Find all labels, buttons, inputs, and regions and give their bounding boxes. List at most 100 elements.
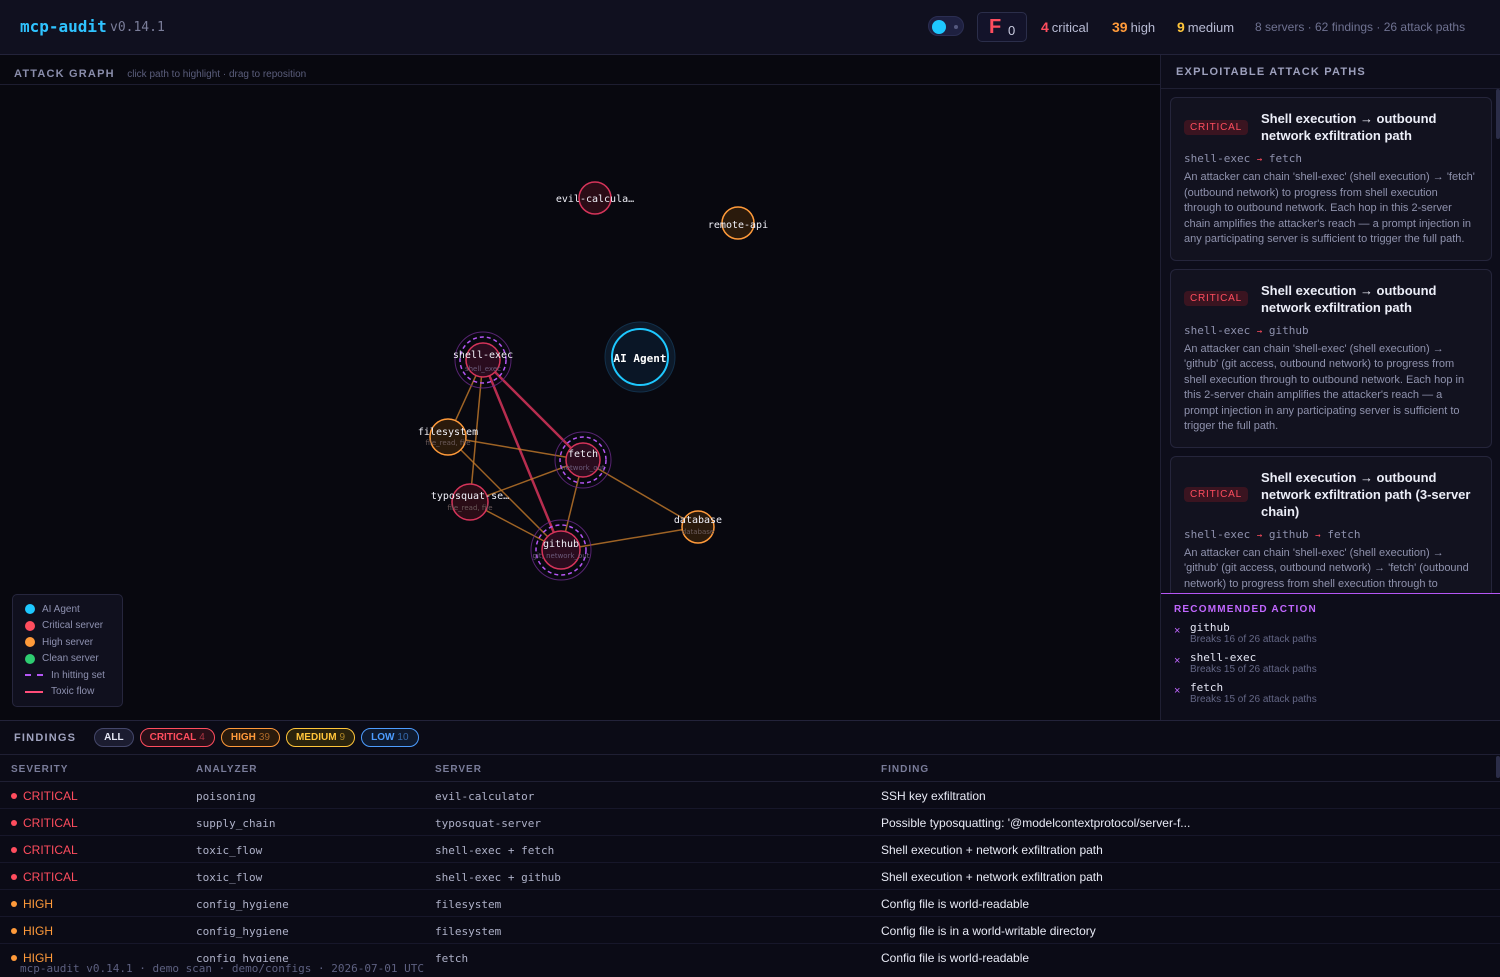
severity-badge: CRITICAL <box>1184 291 1248 306</box>
filter-count: 9 <box>339 732 346 743</box>
node-capability: file_read, file <box>447 504 492 512</box>
recommended-action: RECOMMENDED ACTION × github Breaks 16 of… <box>1161 593 1500 720</box>
critical-stat: 4 critical <box>1041 19 1089 35</box>
chain-server: github <box>1268 527 1309 541</box>
legend-label: Toxic flow <box>51 686 95 698</box>
attack-paths-panel: EXPLOITABLE ATTACK PATHS CRITICAL Shell … <box>1160 55 1500 720</box>
table-row[interactable]: CRITICAL poisoning evil-calculator SSH key … <box>0 782 1500 809</box>
attack-path-list[interactable]: CRITICAL Shell execution → outbound netw… <box>1161 89 1500 593</box>
chain-arrow-icon: → <box>1256 530 1263 541</box>
card-header: CRITICAL Shell execution → outbound netw… <box>1184 469 1478 520</box>
node-capability: network_out <box>561 464 605 472</box>
node-label: fetch <box>568 449 598 460</box>
server-cell: shell-exec + github <box>435 871 561 884</box>
legend-dot <box>25 637 35 648</box>
severity-cell: HIGH <box>11 924 53 938</box>
finding-cell: Shell execution + network exfiltration p… <box>881 870 1103 884</box>
chain-arrow-icon: → <box>1256 326 1263 337</box>
legend-label: Critical server <box>42 620 104 632</box>
chain-arrow-icon: → <box>1256 155 1263 165</box>
node-fetch[interactable]: fetch network_out <box>554 431 612 489</box>
remove-icon: × <box>1174 655 1181 667</box>
recommendation-item[interactable]: × github Breaks 16 of 26 attack paths <box>1174 621 1488 651</box>
finding-cell: Shell execution + network exfiltration p… <box>881 843 1103 857</box>
column-severity[interactable]: SEVERITY <box>11 764 68 775</box>
table-row[interactable]: CRITICAL toxic_flow shell-exec + github She… <box>0 863 1500 890</box>
severity-label: HIGH <box>23 897 53 911</box>
severity-label: CRITICAL <box>23 843 78 857</box>
node-typosquat-server[interactable]: typosquat-se… file_read, file <box>431 483 509 521</box>
attack-path-card[interactable]: CRITICAL Shell execution → outbound netw… <box>1170 97 1492 261</box>
card-header: CRITICAL Shell execution → outbound netw… <box>1184 110 1478 144</box>
legend-dash <box>25 674 43 677</box>
table-row[interactable]: CRITICAL toxic_flow shell-exec + fetch Shel… <box>0 836 1500 863</box>
chain-server: fetch <box>1327 527 1361 541</box>
node-label: AI Agent <box>614 352 667 365</box>
filter-high[interactable]: HIGH 39 <box>220 728 280 747</box>
grade-score: 0 <box>1008 23 1016 38</box>
node-database[interactable]: database database <box>674 510 722 544</box>
node-filesystem[interactable]: filesystem file_read, file <box>418 418 478 456</box>
recommendation-item[interactable]: × shell-exec Breaks 15 of 26 attack path… <box>1174 651 1488 681</box>
card-title: Shell execution → outbound network exfil… <box>1260 469 1471 519</box>
card-title: Shell execution → outbound network exfil… <box>1260 111 1437 143</box>
node-capability: git, network_out <box>533 552 590 560</box>
node-github[interactable]: github git, network_out <box>530 519 592 581</box>
table-row[interactable]: HIGH config_hygiene filesystem Config file … <box>0 917 1500 944</box>
finding-cell: Possible typosquatting: '@modelcontextpr… <box>881 816 1191 830</box>
severity-cell: CRITICAL <box>11 843 78 857</box>
legend-label: In hitting set <box>51 669 105 681</box>
recommended-title: RECOMMENDED ACTION <box>1174 604 1317 615</box>
column-analyzer[interactable]: ANALYZER <box>196 764 258 775</box>
column-server[interactable]: SERVER <box>435 764 482 775</box>
server-chain: shell-exec → github → fetch <box>1184 528 1478 541</box>
severity-cell: CRITICAL <box>11 816 78 830</box>
chain-server: fetch <box>1268 152 1303 165</box>
filter-low[interactable]: LOW 10 <box>361 728 419 747</box>
legend-item-hitting-set: In hitting set <box>25 667 110 684</box>
attack-path-card[interactable]: CRITICAL Shell execution → outbound netw… <box>1170 268 1492 448</box>
column-finding[interactable]: FINDING <box>881 764 929 775</box>
node-remote-api[interactable]: remote-api <box>708 206 768 240</box>
severity-dot <box>11 927 17 934</box>
filter-count: 39 <box>258 732 270 743</box>
finding-cell: Config file is world-readable <box>881 897 1030 911</box>
filter-label: MEDIUM <box>295 732 337 743</box>
legend-line <box>25 690 43 693</box>
node-evil-calculator[interactable]: evil-calcula… <box>556 181 634 215</box>
recommendation-item[interactable]: × fetch Breaks 15 of 26 attack paths <box>1174 681 1488 711</box>
remove-icon: × <box>1174 625 1181 637</box>
theme-toggle[interactable] <box>928 16 964 36</box>
top-bar: mcp-audit v0.14.1 F 0 4 critical 39 high 9… <box>0 0 1500 55</box>
severity-cell: HIGH <box>11 897 53 911</box>
card-description: An attacker can chain 'shell-exec' (shel… <box>1184 171 1475 245</box>
legend-dot <box>25 653 35 664</box>
status-footer: mcp-audit v0.14.1 · demo scan · demo/con… <box>0 962 1500 977</box>
table-row[interactable]: CRITICAL supply_chain typosquat-server Poss… <box>0 809 1500 836</box>
findings-scrollbar[interactable] <box>1496 756 1500 778</box>
filter-medium[interactable]: MEDIUM 9 <box>285 728 356 747</box>
severity-cell: CRITICAL <box>11 789 78 803</box>
node-ai-agent[interactable]: AI Agent <box>604 321 676 393</box>
filter-critical[interactable]: CRITICAL 4 <box>139 728 215 747</box>
recommendation-server: fetch <box>1190 681 1224 694</box>
table-row[interactable]: HIGH config_hygiene filesystem Config file … <box>0 890 1500 917</box>
findings-panel: FINDINGS ALL CRITICAL 4 HIGH 39 MEDIUM 9 LO… <box>0 720 1500 977</box>
server-cell: evil-calculator <box>435 790 535 803</box>
legend-label: AI Agent <box>42 603 80 615</box>
critical-count: 4 <box>1041 19 1049 35</box>
legend-item-toxic-flow: Toxic flow <box>25 684 110 701</box>
findings-title: FINDINGS <box>14 731 77 744</box>
node-label: typosquat-se… <box>431 491 509 502</box>
filter-all[interactable]: ALL <box>94 728 134 747</box>
high-count: 39 <box>1112 19 1128 35</box>
chain-arrow-icon: → <box>1315 530 1321 541</box>
attack-graph-canvas[interactable]: evil-calcula… remote-api AI Agent shell-… <box>0 85 1160 720</box>
paths-scrollbar[interactable] <box>1496 89 1500 139</box>
node-label: database <box>674 515 722 526</box>
attack-graph-panel: ATTACK GRAPH click path to highlight · d… <box>0 55 1160 720</box>
attack-path-card[interactable]: CRITICAL Shell execution → outbound netw… <box>1170 455 1492 593</box>
analyzer-cell: poisoning <box>196 790 256 803</box>
graph-hint: click path to highlight · drag to reposi… <box>127 69 307 80</box>
recommendation-server: github <box>1190 621 1230 634</box>
